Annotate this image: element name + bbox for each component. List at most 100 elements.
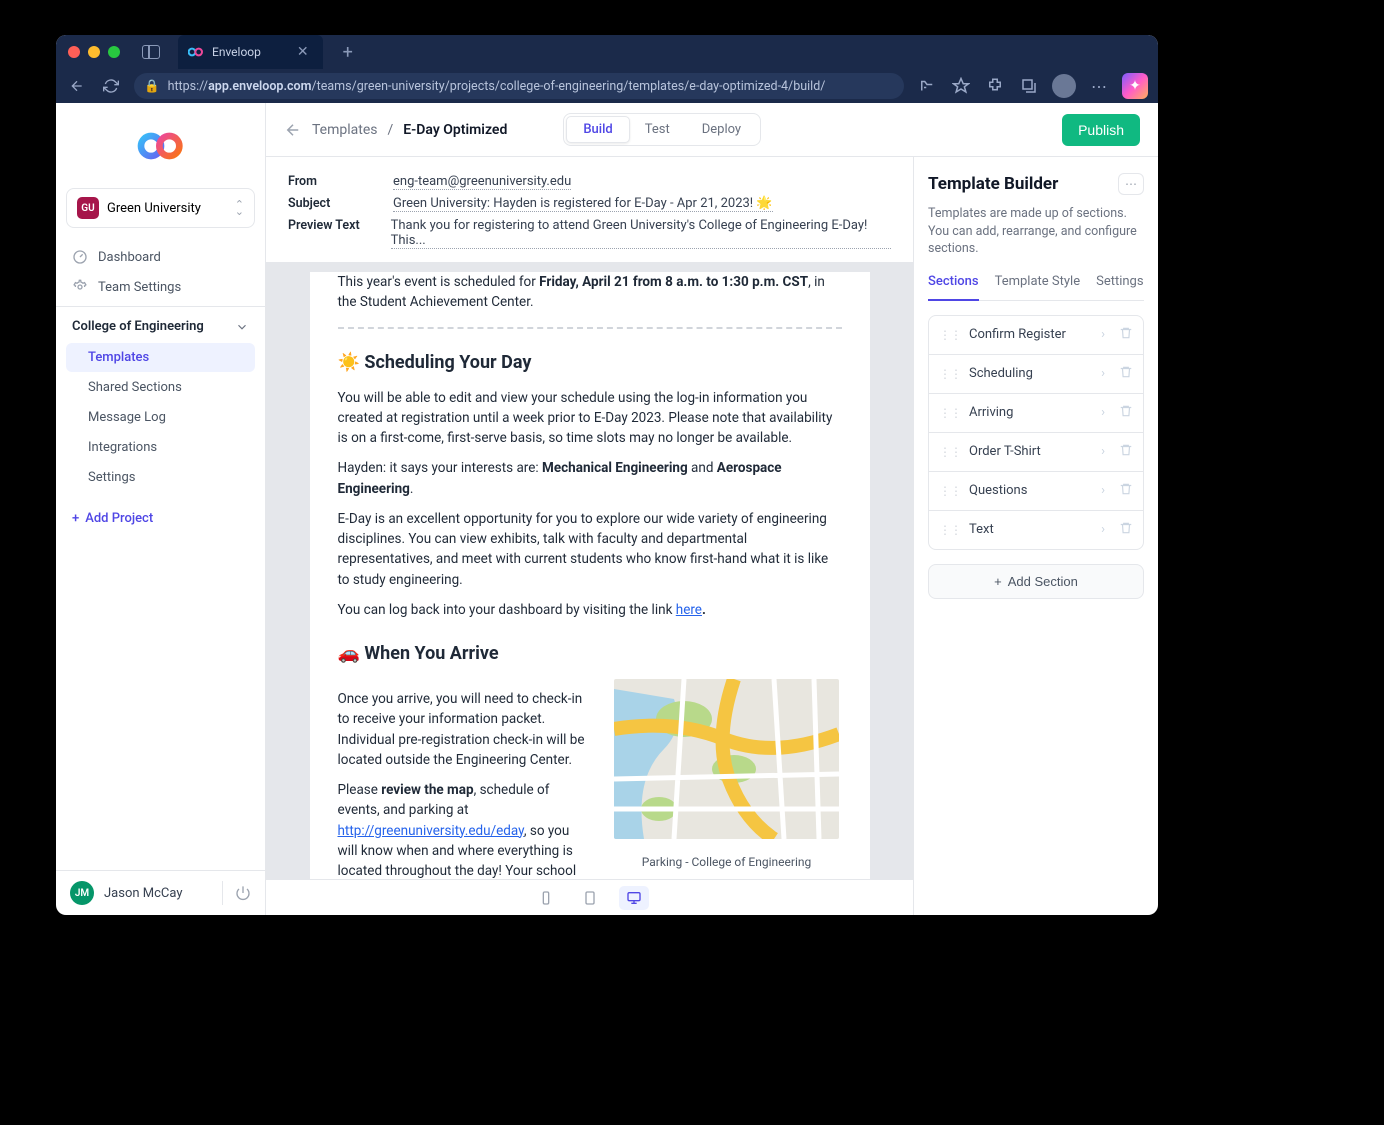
nav-message-log[interactable]: Message Log (66, 403, 255, 432)
inspector-tabs: Sections Template Style Settings (928, 274, 1144, 301)
user-avatar[interactable]: JM (70, 881, 94, 905)
project-header[interactable]: College of Engineering (56, 307, 265, 342)
section-row[interactable]: ⋮⋮Text› (929, 511, 1143, 549)
nav-project-settings[interactable]: Settings (66, 463, 255, 492)
drag-handle-icon[interactable]: ⋮⋮ (939, 328, 961, 342)
copilot-button[interactable]: ✦ (1122, 73, 1148, 99)
org-name: Green University (107, 201, 201, 216)
project-menu: Templates Shared Sections Message Log In… (56, 342, 265, 501)
browser-window: Enveloop ✕ + 🔒 https://app.enveloop.com/… (56, 35, 1158, 915)
section-heading-arrive: 🚗 When You Arrive (338, 640, 842, 667)
section-list: ⋮⋮Confirm Register› ⋮⋮Scheduling› ⋮⋮Arri… (928, 315, 1144, 550)
trash-icon[interactable] (1119, 365, 1133, 383)
trash-icon[interactable] (1119, 521, 1133, 539)
tab-deploy[interactable]: Deploy (686, 117, 757, 142)
workspace: Fromeng-team@greenuniversity.edu Subject… (266, 157, 1158, 915)
chevrons-updown-icon: ⌃⌄ (235, 201, 244, 215)
chevron-right-icon: › (1101, 483, 1105, 498)
section-row[interactable]: ⋮⋮Arriving› (929, 394, 1143, 433)
divider (338, 327, 842, 329)
nav-shared-sections[interactable]: Shared Sections (66, 373, 255, 402)
section-row[interactable]: ⋮⋮Questions› (929, 472, 1143, 511)
profile-avatar[interactable] (1052, 74, 1076, 98)
inspector-menu-button[interactable]: ⋯ (1118, 173, 1144, 195)
user-footer: JM Jason McCay (56, 870, 265, 915)
chevron-right-icon: › (1101, 444, 1105, 459)
inspector-description: Templates are made up of sections. You c… (928, 205, 1144, 258)
back-arrow-icon[interactable] (284, 121, 302, 139)
nav-dashboard[interactable]: Dashboard (56, 242, 265, 272)
drag-handle-icon[interactable]: ⋮⋮ (939, 445, 961, 459)
maximize-window-button[interactable] (108, 46, 120, 58)
drag-handle-icon[interactable]: ⋮⋮ (939, 367, 961, 381)
breadcrumb-parent[interactable]: Templates (312, 122, 378, 138)
more-menu-icon[interactable]: ⋯ (1088, 75, 1110, 97)
add-project-button[interactable]: + Add Project (56, 501, 265, 536)
subject-field[interactable]: Green University: Hayden is registered f… (393, 196, 773, 212)
logout-button[interactable] (222, 881, 251, 905)
inspector-panel: Template Builder ⋯ Templates are made up… (913, 157, 1158, 915)
nav-team-settings[interactable]: Team Settings (56, 272, 265, 302)
tab-template-settings[interactable]: Settings (1096, 274, 1143, 300)
breadcrumb-current: E-Day Optimized (403, 122, 507, 138)
trash-icon[interactable] (1119, 482, 1133, 500)
close-tab-icon[interactable]: ✕ (297, 44, 309, 60)
drag-handle-icon[interactable]: ⋮⋮ (939, 523, 961, 537)
device-desktop-icon[interactable] (619, 886, 649, 910)
plus-icon: + (72, 511, 79, 526)
trash-icon[interactable] (1119, 404, 1133, 422)
section-row[interactable]: ⋮⋮Confirm Register› (929, 316, 1143, 355)
email-meta: Fromeng-team@greenuniversity.edu Subject… (266, 157, 913, 262)
browser-toolbar: 🔒 https://app.enveloop.com/teams/green-u… (56, 69, 1158, 103)
chevron-down-icon (235, 320, 249, 334)
section-row[interactable]: ⋮⋮Order T-Shirt› (929, 433, 1143, 472)
collections-icon[interactable] (1018, 75, 1040, 97)
breadcrumb: Templates / E-Day Optimized (284, 121, 507, 139)
trash-icon[interactable] (1119, 443, 1133, 461)
tab-build[interactable]: Build (566, 116, 629, 143)
chevron-right-icon: › (1101, 366, 1105, 381)
app-root: GU Green University ⌃⌄ Dashboard Team Se… (56, 103, 1158, 915)
device-tablet-icon[interactable] (575, 886, 605, 910)
minimize-window-button[interactable] (88, 46, 100, 58)
enveloop-favicon (188, 44, 204, 60)
org-switcher[interactable]: GU Green University ⌃⌄ (66, 188, 255, 228)
back-button[interactable] (66, 75, 88, 97)
tab-template-style[interactable]: Template Style (995, 274, 1081, 300)
extensions-icon[interactable] (984, 75, 1006, 97)
device-mobile-icon[interactable] (531, 886, 561, 910)
canvas-scroll[interactable]: This year's event is scheduled for Frida… (266, 262, 913, 879)
dashboard-link[interactable]: here (676, 602, 702, 618)
address-bar[interactable]: 🔒 https://app.enveloop.com/teams/green-u… (134, 73, 904, 99)
sidebar: GU Green University ⌃⌄ Dashboard Team Se… (56, 103, 266, 915)
add-section-button[interactable]: +Add Section (928, 564, 1144, 599)
plus-icon: + (994, 574, 1002, 589)
inspector-title: Template Builder (928, 174, 1058, 194)
drag-handle-icon[interactable]: ⋮⋮ (939, 406, 961, 420)
publish-button[interactable]: Publish (1062, 114, 1140, 146)
section-heading-scheduling: ☀️ Scheduling Your Day (338, 349, 842, 376)
section-row[interactable]: ⋮⋮Scheduling› (929, 355, 1143, 394)
reload-button[interactable] (100, 75, 122, 97)
browser-tab[interactable]: Enveloop ✕ (178, 35, 323, 69)
close-window-button[interactable] (68, 46, 80, 58)
trash-icon[interactable] (1119, 326, 1133, 344)
nav-templates[interactable]: Templates (66, 343, 255, 372)
email-body: This year's event is scheduled for Frida… (310, 272, 870, 879)
favorites-icon[interactable] (950, 75, 972, 97)
new-tab-button[interactable]: + (343, 42, 353, 63)
drag-handle-icon[interactable]: ⋮⋮ (939, 484, 961, 498)
campus-map-image (614, 679, 839, 839)
nav-integrations[interactable]: Integrations (66, 433, 255, 462)
canvas-column: Fromeng-team@greenuniversity.edu Subject… (266, 157, 913, 915)
tab-test[interactable]: Test (629, 117, 686, 142)
gear-icon (72, 279, 88, 295)
eday-site-link[interactable]: http://greenuniversity.edu/eday (338, 823, 524, 839)
preview-text-field[interactable]: Thank you for registering to attend Gree… (391, 218, 891, 249)
user-name: Jason McCay (104, 886, 183, 901)
sidebar-toggle-icon[interactable] (142, 45, 160, 59)
tab-sections[interactable]: Sections (928, 274, 979, 301)
read-aloud-icon[interactable] (916, 75, 938, 97)
from-field[interactable]: eng-team@greenuniversity.edu (393, 174, 571, 190)
org-badge: GU (77, 197, 99, 219)
